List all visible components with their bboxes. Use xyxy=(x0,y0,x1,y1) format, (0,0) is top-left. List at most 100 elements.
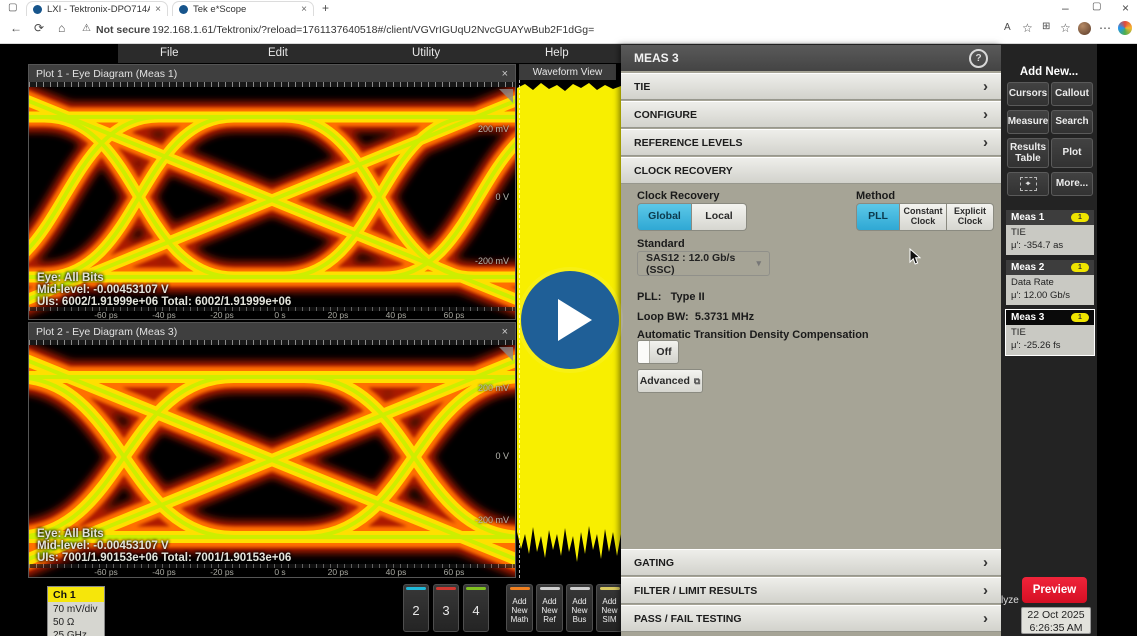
meas2-badge[interactable]: Meas 2 1 Data Rate μ': 12.00 Gb/s xyxy=(1006,260,1094,305)
plot1-ylabel-mid: 0 V xyxy=(457,192,509,202)
add-callout-button[interactable]: Callout xyxy=(1051,82,1093,106)
time-text: 6:26:35 AM xyxy=(1022,622,1090,635)
right-sidebar: Add New... Cursors Callout Measure Searc… xyxy=(1001,44,1097,636)
plot2-window: Plot 2 - Eye Diagram (Meas 3) × xyxy=(28,322,516,578)
plot2-mid-level: Mid-level: -0.00453107 V xyxy=(37,540,169,552)
collections-icon[interactable]: ☆ xyxy=(1060,22,1071,34)
menu-help[interactable]: Help xyxy=(545,47,569,59)
split-screen-icon[interactable]: ⊞ xyxy=(1042,22,1050,32)
channel4-button[interactable]: 4 xyxy=(463,584,489,632)
copilot-icon[interactable] xyxy=(1118,21,1132,35)
menu-edit[interactable]: Edit xyxy=(268,47,288,59)
plot1-title: Plot 1 - Eye Diagram (Meas 1) xyxy=(36,68,177,80)
plot1-titlebar[interactable]: Plot 1 - Eye Diagram (Meas 1) × xyxy=(29,65,515,83)
atdc-state: Off xyxy=(650,341,678,363)
screen: ▢ LXI - Tektronix-DPO714AX × Tek e*Scope… xyxy=(0,0,1137,636)
method-constant-clock-button[interactable]: Constant Clock xyxy=(900,203,947,231)
plot2-close-icon[interactable]: × xyxy=(502,326,508,338)
section-gating[interactable]: GATING › xyxy=(621,549,1001,576)
add-plot-button[interactable]: Plot xyxy=(1051,138,1093,168)
reload-icon[interactable]: ⟳ xyxy=(34,22,44,34)
home-icon[interactable]: ⌂ xyxy=(58,22,65,34)
workspaces-icon[interactable]: ▢ xyxy=(8,3,17,13)
favorite-icon[interactable]: ☆ xyxy=(1022,22,1033,34)
meas1-name: Meas 1 xyxy=(1011,212,1044,223)
plot2-titlebar[interactable]: Plot 2 - Eye Diagram (Meas 3) × xyxy=(29,323,515,341)
method-explicit-clock-button[interactable]: Explicit Clock xyxy=(947,203,994,231)
meas1-badge[interactable]: Meas 1 1 TIE μ': -354.7 as xyxy=(1006,210,1094,255)
add-search-button[interactable]: Search xyxy=(1051,110,1093,134)
url-text[interactable]: 192.168.1.61/Tektronix/?reload=176113764… xyxy=(152,24,792,36)
tab-close-icon[interactable]: × xyxy=(155,4,161,15)
meas2-source-badge: 1 xyxy=(1071,263,1089,272)
add-new-ref-button[interactable]: Add New Ref xyxy=(536,584,563,632)
meas3-source-badge: 1 xyxy=(1071,313,1089,322)
play-button[interactable] xyxy=(521,271,619,369)
chevron-right-icon: › xyxy=(983,135,988,150)
chevron-right-icon: › xyxy=(983,79,988,94)
standard-value: SAS12 : 12.0 Gb/s (SSC) xyxy=(646,252,756,276)
add-more-button[interactable]: More... xyxy=(1051,172,1093,196)
plot1-eye-label: Eye: All Bits xyxy=(37,272,104,284)
add-new-bus-button[interactable]: Add New Bus xyxy=(566,584,593,632)
plot2-resize-handle[interactable] xyxy=(499,347,513,361)
channel2-button[interactable]: 2 xyxy=(403,584,429,632)
ch4-label: 4 xyxy=(472,590,479,631)
minimize-icon[interactable]: – xyxy=(1062,2,1069,14)
plot2-xtick: -20 ps xyxy=(202,567,242,577)
plot1-xtick: -60 ps xyxy=(86,310,126,320)
partial-analyze-text: lyze xyxy=(1001,595,1019,606)
right-filler xyxy=(1097,44,1137,636)
plot1-close-icon[interactable]: × xyxy=(502,68,508,80)
profile-avatar[interactable] xyxy=(1078,22,1091,35)
browser-tab-lxi[interactable]: LXI - Tektronix-DPO714AX × xyxy=(26,1,168,16)
browser-tab-escope[interactable]: Tek e*Scope × xyxy=(172,1,314,16)
preview-button[interactable]: Preview xyxy=(1022,577,1087,603)
menu-file[interactable]: File xyxy=(160,47,179,59)
meas2-value: μ': 12.00 Gb/s xyxy=(1011,290,1089,303)
menu-utility[interactable]: Utility xyxy=(412,47,440,59)
not-secure-warning-icon[interactable]: ⚠ xyxy=(82,23,91,34)
meas3-panel-header[interactable]: MEAS 3 ? xyxy=(621,45,1001,71)
add-cursors-button[interactable]: Cursors xyxy=(1007,82,1049,106)
section-configure[interactable]: CONFIGURE › xyxy=(621,101,1001,128)
standard-label: Standard xyxy=(637,238,685,250)
new-tab-icon[interactable]: + xyxy=(322,2,329,14)
channel3-button[interactable]: 3 xyxy=(433,584,459,632)
add-measure-button[interactable]: Measure xyxy=(1007,110,1049,134)
window-close-icon[interactable]: × xyxy=(1122,2,1129,14)
back-icon[interactable]: ← xyxy=(10,22,22,34)
add-results-table-button[interactable]: Results Table xyxy=(1007,138,1049,168)
maximize-icon[interactable]: ▢ xyxy=(1092,2,1101,12)
section-pass-fail-testing[interactable]: PASS / FAIL TESTING › xyxy=(621,605,1001,632)
play-icon xyxy=(558,299,592,341)
tab-close-icon[interactable]: × xyxy=(301,4,307,15)
browser-menu-ellipsis-icon[interactable]: ⋯ xyxy=(1099,22,1111,34)
clock-recovery-local-button[interactable]: Local xyxy=(692,203,747,231)
zoom-selection-button[interactable]: ⌖ xyxy=(1007,172,1049,196)
read-aloud-icon[interactable]: A xyxy=(1004,23,1011,33)
meas2-type: Data Rate xyxy=(1011,277,1089,290)
ch1-badge[interactable]: Ch 1 70 mV/div 50 Ω 25 GHz xyxy=(47,586,105,636)
section-tie[interactable]: TIE › xyxy=(621,73,1001,100)
add-new-sim-button[interactable]: Add New SIM xyxy=(596,584,623,632)
plot1-resize-handle[interactable] xyxy=(499,89,513,103)
advanced-button[interactable]: Advanced ⧉ xyxy=(637,369,703,393)
help-icon[interactable]: ? xyxy=(969,49,988,68)
meas3-panel-title: MEAS 3 xyxy=(634,51,679,65)
clock-recovery-global-button[interactable]: Global xyxy=(637,203,692,231)
standard-dropdown[interactable]: SAS12 : 12.0 Gb/s (SSC) ▾ xyxy=(637,251,770,276)
add-new-math-button[interactable]: Add New Math xyxy=(506,584,533,632)
meas3-badge-selected[interactable]: Meas 3 1 TIE μ': -25.26 fs xyxy=(1006,310,1094,355)
atdc-toggle[interactable]: Off xyxy=(637,340,679,364)
section-label: FILTER / LIMIT RESULTS xyxy=(634,585,757,597)
add-sim-label: Add New SIM xyxy=(597,590,622,631)
section-reference-levels[interactable]: REFERENCE LEVELS › xyxy=(621,129,1001,156)
pll-type-row: PLL: Type II xyxy=(637,291,705,303)
meas3-config-panel: MEAS 3 ? TIE › CONFIGURE › REFERENCE LEV… xyxy=(621,45,1001,636)
section-clock-recovery[interactable]: CLOCK RECOVERY xyxy=(621,157,1001,184)
method-pll-button[interactable]: PLL xyxy=(856,203,900,231)
section-filter-limit-results[interactable]: FILTER / LIMIT RESULTS › xyxy=(621,577,1001,604)
dropdown-caret-icon: ▾ xyxy=(756,258,761,269)
chevron-right-icon: › xyxy=(983,583,988,598)
